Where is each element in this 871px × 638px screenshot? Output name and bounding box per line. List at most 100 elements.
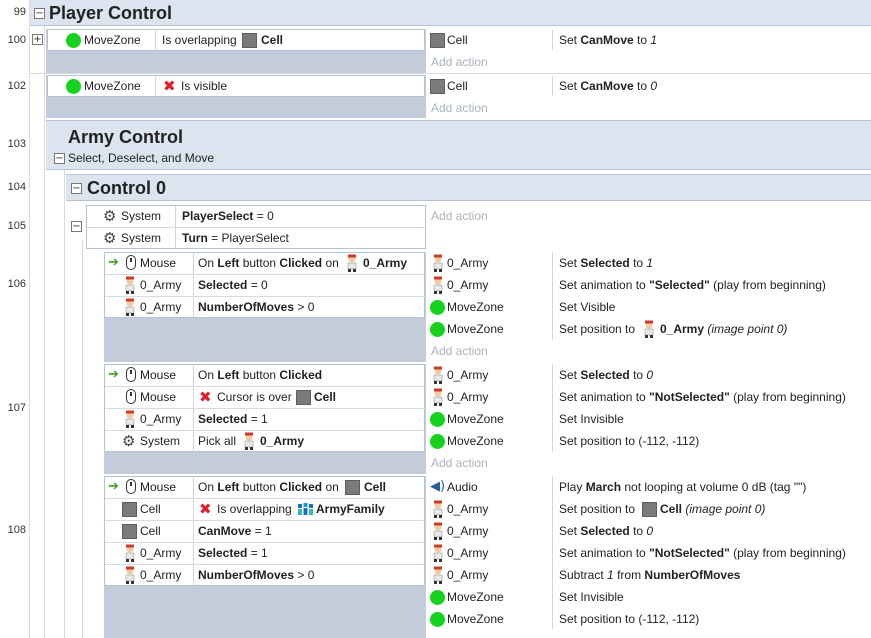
condition-text[interactable]: On Left button Clicked on	[198, 252, 339, 274]
soldier-sprite-icon	[433, 522, 443, 540]
condition-text[interactable]: On Left button Clicked	[198, 364, 322, 386]
action-object[interactable]: 0_Army	[447, 274, 488, 296]
condition-variable: Selected	[198, 412, 248, 426]
line-number: 108	[7, 524, 26, 536]
condition-text[interactable]: CanMove = 1	[198, 520, 272, 542]
action-text[interactable]: Set Invisible	[559, 408, 624, 430]
action-object[interactable]: MoveZone	[447, 296, 504, 318]
condition-text[interactable]: Selected = 1	[198, 408, 268, 430]
action-value: March	[585, 480, 622, 494]
action-text[interactable]: Set CanMove to 0	[559, 75, 657, 97]
collapse-icon[interactable]: −	[71, 183, 82, 194]
soldier-sprite-icon	[244, 432, 254, 450]
action-target: Cell	[660, 502, 683, 516]
action-verb: Set animation to	[559, 278, 646, 292]
action-param: Cell (image point 0)	[660, 498, 765, 520]
action-target: 0_Army	[660, 322, 705, 336]
collapse-icon[interactable]: −	[34, 8, 45, 19]
condition-text[interactable]: Selected = 1	[198, 542, 268, 564]
inverted-condition-icon: ✖	[199, 500, 212, 518]
action-word: to	[637, 33, 648, 47]
action-word: not looping at volume 0 dB (tag "")	[624, 480, 807, 494]
action-object[interactable]: MoveZone	[447, 408, 504, 430]
action-object[interactable]: 0_Army	[447, 386, 488, 408]
add-action-link[interactable]: Add action	[431, 452, 488, 474]
action-object[interactable]: 0_Army	[447, 564, 488, 586]
action-text[interactable]: Set position to	[559, 498, 635, 520]
action-text[interactable]: Subtract 1 from NumberOfMoves	[559, 564, 740, 586]
add-action-link[interactable]: Add action	[431, 205, 488, 227]
condition-text[interactable]: Pick all	[198, 430, 236, 452]
condition-word: on	[325, 256, 339, 270]
action-text[interactable]: Set Selected to 1	[559, 252, 653, 274]
condition-object: MoveZone	[84, 33, 141, 47]
condition-text[interactable]: On Left button Clicked on	[198, 476, 339, 498]
expand-icon[interactable]: +	[32, 34, 43, 45]
action-text[interactable]: Set position to (-112, -112)	[559, 608, 699, 630]
action-text[interactable]: Set position to	[559, 318, 635, 340]
condition-param: Left	[217, 480, 240, 494]
condition-text[interactable]: Is overlapping	[217, 498, 292, 520]
action-text[interactable]: Set position to (-112, -112)	[559, 430, 699, 452]
action-object[interactable]: MoveZone	[447, 430, 504, 452]
condition-text[interactable]: NumberOfMoves > 0	[198, 564, 314, 586]
line-number: 107	[7, 402, 26, 414]
action-text[interactable]: Set Selected to 0	[559, 520, 653, 542]
condition-object: 0_Army	[140, 278, 182, 292]
condition-param: Left	[217, 368, 240, 382]
action-text[interactable]: Set animation to "NotSelected" (play fro…	[559, 386, 846, 408]
add-action-link[interactable]: Add action	[431, 97, 488, 119]
action-object[interactable]: 0_Army	[447, 252, 488, 274]
column-divider	[155, 30, 156, 50]
mouse-icon	[126, 255, 136, 270]
action-object[interactable]: MoveZone	[447, 318, 504, 340]
add-action-link[interactable]: Add action	[431, 51, 488, 73]
action-value: 1	[646, 256, 654, 270]
condition-text[interactable]: Cursor is over	[217, 386, 292, 408]
action-object[interactable]: Cell	[447, 75, 468, 97]
condition-text[interactable]: PlayerSelect = 0	[182, 205, 274, 227]
group-title: Control 0	[87, 178, 166, 198]
action-text[interactable]: Set Visible	[559, 296, 615, 318]
trigger-arrow-icon: ➔	[108, 479, 119, 494]
condition-object: Mouse	[140, 480, 177, 494]
action-text[interactable]: Set animation to "Selected" (play from b…	[559, 274, 826, 296]
soldier-sprite-icon	[125, 410, 135, 428]
condition-param: Left	[217, 256, 240, 270]
action-object[interactable]: MoveZone	[447, 586, 504, 608]
action-text[interactable]: Set Invisible	[559, 586, 624, 608]
action-word: to	[637, 79, 648, 93]
group-header-control-0[interactable]	[66, 174, 871, 201]
condition-param: Clicked	[279, 368, 323, 382]
action-text[interactable]: Set animation to "NotSelected" (play fro…	[559, 542, 846, 564]
condition-text[interactable]: NumberOfMoves > 0	[198, 296, 314, 318]
action-text[interactable]: Play March not looping at volume 0 dB (t…	[559, 476, 806, 498]
condition-text[interactable]: Turn = PlayerSelect	[182, 227, 289, 249]
collapse-icon[interactable]: −	[54, 153, 65, 164]
collapse-icon[interactable]: −	[71, 221, 82, 232]
column-divider	[552, 477, 553, 629]
column-divider	[175, 206, 176, 248]
action-object[interactable]: Cell	[447, 29, 468, 51]
action-text[interactable]: Set CanMove to 1	[559, 29, 657, 51]
action-variable: Selected	[580, 256, 630, 270]
column-divider	[155, 76, 156, 96]
action-object[interactable]: MoveZone	[447, 608, 504, 630]
condition-text: Is visible	[181, 79, 228, 93]
soldier-sprite-icon	[433, 388, 443, 406]
action-object[interactable]: Audio	[447, 476, 478, 498]
action-object[interactable]: 0_Army	[447, 498, 488, 520]
condition-object: Mouse	[140, 256, 177, 270]
action-object[interactable]: 0_Army	[447, 520, 488, 542]
condition-compare: = PlayerSelect	[211, 231, 289, 245]
soldier-sprite-icon	[433, 566, 443, 584]
add-action-link[interactable]: Add action	[431, 340, 488, 362]
action-object[interactable]: 0_Army	[447, 542, 488, 564]
family-icon	[298, 503, 313, 515]
action-text[interactable]: Set Selected to 0	[559, 364, 653, 386]
line-number: 105	[7, 220, 26, 232]
action-object[interactable]: 0_Army	[447, 364, 488, 386]
condition-text[interactable]: Selected = 0	[198, 274, 268, 296]
condition-object: 0_Army	[140, 546, 182, 560]
column-divider	[552, 30, 553, 50]
